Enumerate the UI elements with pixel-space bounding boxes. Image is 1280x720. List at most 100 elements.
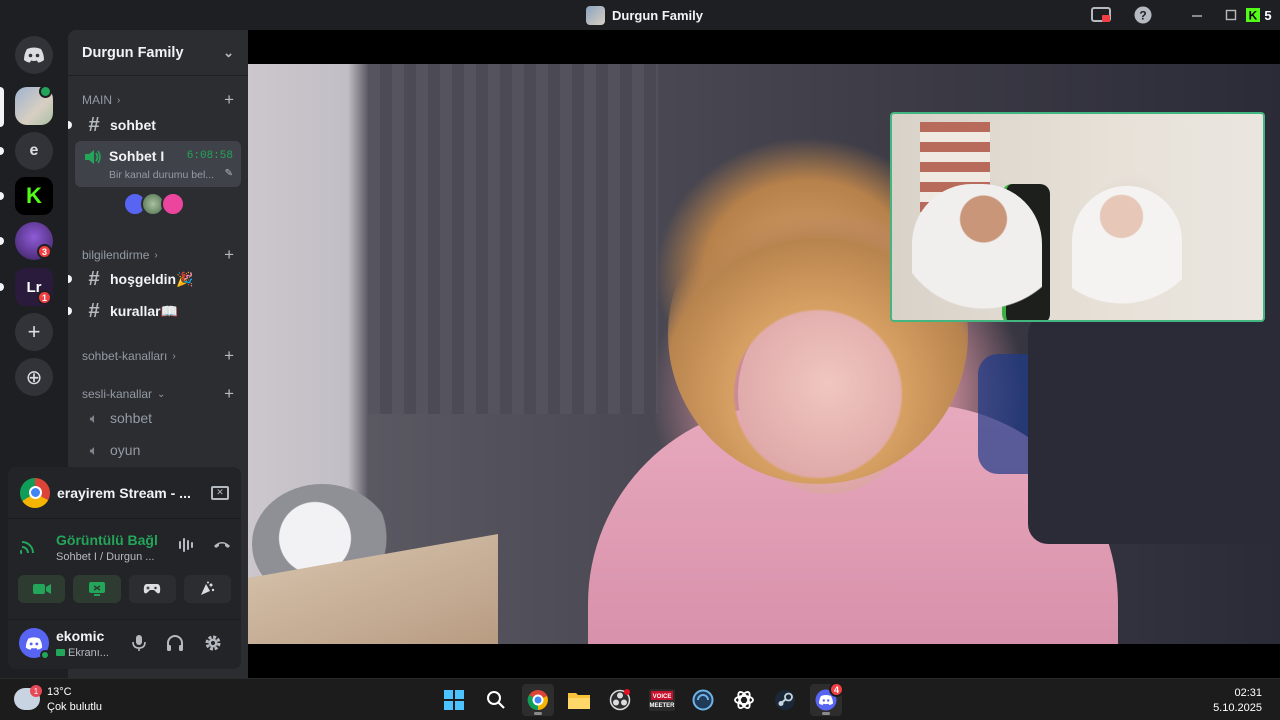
user-area: ekomic Ekranı... (8, 619, 241, 667)
speaker-icon (84, 149, 102, 170)
voice-channel-sohbet[interactable]: 🔈︎ sohbet (76, 403, 240, 433)
server-icon (586, 6, 605, 25)
pencil-icon[interactable]: ✎ (225, 168, 233, 179)
category-main[interactable]: MAIN › + (68, 90, 248, 110)
kick-server-icon[interactable]: K (15, 177, 53, 215)
chevron-right-icon: › (154, 249, 158, 261)
screen-share-button[interactable] (73, 575, 121, 603)
voice-timer: 6:08:58 (186, 150, 233, 162)
unread-dot (68, 307, 72, 315)
channel-sohbet[interactable]: # sohbet (68, 110, 240, 140)
voice-channel-sohbet-i[interactable]: Sohbet I 6:08:58 Bir kanal durumu bel...… (75, 141, 241, 187)
weather-temp: 13°C (47, 686, 72, 698)
title-bar: Durgun Family ? K5 (0, 0, 1280, 30)
channel-label: sohbet (110, 410, 153, 426)
person-right (1072, 186, 1182, 320)
running-indicator (534, 712, 542, 715)
speaker-icon: 🔈︎ (89, 441, 99, 458)
chevron-down-icon: ⌄ (157, 388, 166, 400)
voice-channel-oyun[interactable]: 🔈︎ oyun (76, 435, 240, 465)
svg-text:5: 5 (1264, 8, 1271, 23)
chrome-icon (20, 477, 50, 508)
noise-suppression-icon[interactable] (178, 537, 196, 558)
user-name[interactable]: ekomic (56, 628, 104, 644)
channel-hosgeldin[interactable]: # hoşgeldin🎉 (68, 264, 240, 294)
action-buttons (18, 575, 231, 603)
picture-in-picture[interactable] (890, 112, 1265, 322)
disconnect-icon[interactable] (212, 537, 232, 556)
channel-kurallar[interactable]: # kurallar📖 (68, 296, 240, 326)
unread-pill (0, 147, 4, 155)
server-header[interactable]: Durgun Family ⌄ (68, 30, 248, 76)
add-server-label: + (27, 319, 41, 344)
soundboard-button[interactable] (183, 575, 231, 603)
stream-row[interactable]: erayirem Stream - ... ✕ (8, 467, 241, 519)
chevron-right-icon: › (117, 94, 121, 106)
window-title: Durgun Family (586, 6, 703, 25)
file-explorer-icon[interactable] (563, 684, 595, 716)
signal-icon[interactable] (19, 537, 38, 560)
search-icon[interactable] (480, 684, 512, 716)
chrome-taskbar-icon[interactable] (522, 684, 554, 716)
user-status-text: Ekranı... (68, 647, 109, 659)
voicemeeter-icon[interactable]: VOICE MEETER (646, 684, 678, 716)
system-clock[interactable]: 02:31 5.10.2025 (1213, 686, 1262, 716)
weather-badge: 1 (30, 685, 42, 697)
text-channel-icon: # (88, 113, 100, 136)
microphone-icon[interactable] (132, 634, 146, 657)
minimize-icon[interactable] (1186, 5, 1208, 25)
obs-icon[interactable] (604, 684, 636, 716)
screen-share-icon[interactable] (1090, 5, 1112, 25)
add-server-icon[interactable]: + (15, 313, 53, 351)
sofa (1028, 314, 1280, 544)
text-channel-icon: # (88, 299, 100, 322)
clock-date: 5.10.2025 (1213, 702, 1262, 714)
add-channel-icon[interactable]: + (224, 346, 234, 366)
connection-row: Görüntülü Bağl Sohbet I / Durgun ... (19, 529, 233, 569)
headphones-icon[interactable] (166, 634, 184, 657)
kick-tray-icon[interactable]: K5 (1246, 5, 1276, 25)
user-status: Ekranı... (56, 647, 109, 659)
category-bilgilendirme[interactable]: bilgilendirme › + (68, 245, 248, 265)
app-icon-blue[interactable] (687, 684, 719, 716)
selected-server-pill (0, 87, 4, 127)
add-channel-icon[interactable]: + (224, 245, 234, 265)
connection-title: Görüntülü Bağl (56, 532, 158, 548)
category-label: sohbet-kanalları (82, 349, 168, 363)
stream-view[interactable] (248, 30, 1280, 678)
taskbar: 1 13°C Çok bulutlu VOICE MEETER 4 02:31 5… (0, 678, 1280, 720)
svg-text:K: K (1249, 9, 1258, 23)
connection-subtitle[interactable]: Sohbet I / Durgun ... (56, 551, 156, 563)
explore-servers-icon[interactable]: ⊕ (15, 358, 53, 396)
window-title-text: Durgun Family (612, 8, 704, 23)
discord-taskbar-icon[interactable]: 4 (810, 682, 845, 716)
steam-icon[interactable] (769, 684, 801, 716)
lr-server-icon[interactable]: Lr 1 (15, 268, 53, 306)
unread-pill (0, 283, 4, 291)
add-channel-icon[interactable]: + (224, 384, 234, 404)
chatgpt-icon[interactable] (728, 684, 760, 716)
help-icon[interactable]: ? (1132, 5, 1154, 25)
voice-channel-label: Sohbet I (109, 148, 165, 164)
add-channel-icon[interactable]: + (224, 90, 234, 110)
server-e-icon[interactable]: e (15, 132, 53, 170)
camera-button[interactable] (18, 575, 66, 603)
durgun-family-server-icon[interactable] (15, 85, 53, 125)
category-sesli-kanallar[interactable]: sesli-kanallar ⌄ + (68, 384, 248, 404)
voice-member-avatar[interactable] (161, 192, 185, 216)
stop-stream-icon[interactable]: ✕ (211, 485, 229, 500)
clock-time: 02:31 (1234, 687, 1262, 699)
settings-gear-icon[interactable] (204, 634, 222, 657)
windows-start-icon[interactable] (438, 684, 470, 716)
discord-home-icon[interactable] (15, 36, 53, 74)
category-label: MAIN (82, 93, 112, 107)
activities-button[interactable] (128, 575, 176, 603)
maximize-icon[interactable] (1220, 5, 1242, 25)
purple-server-icon[interactable]: 3 (15, 222, 53, 260)
unread-dot (68, 275, 72, 283)
category-sohbet-kanallari[interactable]: sohbet-kanalları › + (68, 346, 248, 366)
svg-text:MEETER: MEETER (649, 703, 675, 709)
weather-widget[interactable]: 1 13°C Çok bulutlu (14, 685, 134, 715)
channel-label: oyun (110, 442, 141, 458)
stream-video[interactable] (248, 64, 1280, 644)
